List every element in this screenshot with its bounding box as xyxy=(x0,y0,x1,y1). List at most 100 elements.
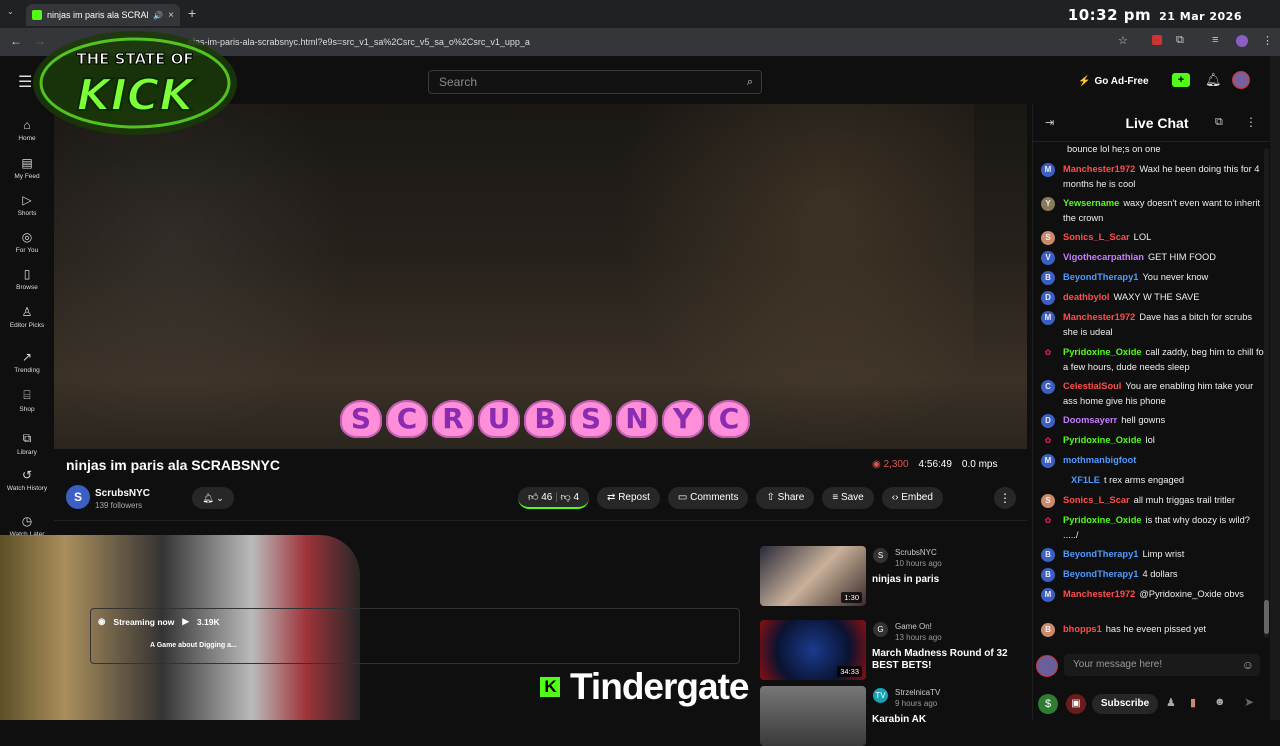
chat-username[interactable]: Pyridoxine_Oxide xyxy=(1063,347,1142,357)
chat-text: lol xyxy=(1145,435,1155,445)
video-thumbnail[interactable] xyxy=(760,686,866,746)
profile-avatar-icon[interactable] xyxy=(1236,35,1248,47)
channel-avatar[interactable]: S xyxy=(66,485,90,509)
nav-shop[interactable]: ⌸ Shop xyxy=(0,388,54,413)
lightning-icon: ⚡ xyxy=(1078,75,1091,87)
emote-icon[interactable]: ♟ xyxy=(1166,696,1176,709)
chat-username[interactable]: XF1LE xyxy=(1071,475,1100,485)
new-tab-plus-icon[interactable]: + xyxy=(188,5,196,21)
share-button[interactable]: ⇧ Share xyxy=(756,487,815,509)
chat-scroll-thumb[interactable] xyxy=(1264,600,1269,634)
send-icon[interactable]: ➤ xyxy=(1244,695,1254,709)
chat-username[interactable]: Manchester1972 xyxy=(1063,164,1135,174)
nav-trending[interactable]: ↗ Trending xyxy=(0,350,54,374)
browser-menu-icon[interactable]: ⋮ xyxy=(1262,34,1273,47)
chat-username[interactable]: Vigothecarpathian xyxy=(1063,252,1144,262)
nav-browse[interactable]: ▯ Browse xyxy=(0,267,54,291)
video-thumbnail[interactable]: 1:30 xyxy=(760,546,866,606)
channel-avatar[interactable]: S xyxy=(873,548,888,563)
rec-title[interactable]: ninjas in paris xyxy=(872,574,1020,586)
chat-username[interactable]: CelestialSoul xyxy=(1063,381,1121,391)
chat-username[interactable]: Doomsayerr xyxy=(1063,415,1117,425)
nav-my-feed[interactable]: ▤ My Feed xyxy=(0,156,54,180)
rec-channel-name[interactable]: ScrubsNYC xyxy=(895,548,937,557)
emote-icon[interactable]: ☻ xyxy=(1214,696,1226,708)
notify-bell-button[interactable]: 🔔︎ ⌄ xyxy=(192,487,234,509)
chat-username[interactable]: BeyondTherapy1 xyxy=(1063,272,1138,282)
chat-message: S Sonics_L_Scar all muh triggas trail trit… xyxy=(1041,493,1265,508)
user-avatar[interactable] xyxy=(1232,71,1250,89)
chat-message: V Vigothecarpathian GET HIM FOOD xyxy=(1041,250,1265,265)
chat-username[interactable]: Pyridoxine_Oxide xyxy=(1063,435,1142,445)
nav-library[interactable]: ⧉ Library xyxy=(0,431,54,456)
emote-icon[interactable]: ▮ xyxy=(1190,696,1196,709)
go-ad-free-button[interactable]: ⚡ Go Ad-Free xyxy=(1078,72,1162,90)
chat-username[interactable]: mothmanbigfoot xyxy=(1063,455,1136,465)
chat-username[interactable]: Sonics_L_Scar xyxy=(1063,495,1130,505)
tab-close-icon[interactable]: × xyxy=(168,10,174,21)
chat-username[interactable]: Manchester1972 xyxy=(1063,312,1135,322)
extension-icon[interactable] xyxy=(1152,35,1162,45)
user-badge: M xyxy=(1041,454,1055,468)
url-field[interactable]: njas-im-paris-ala-scrabsnyc.html?e9s=src… xyxy=(188,32,1148,52)
chat-text: Limp wrist xyxy=(1142,549,1185,559)
notifications-bell-icon[interactable]: 🔔︎ xyxy=(1205,72,1222,88)
chat-message: M Manchester1972 Waxl he been doing this f… xyxy=(1041,162,1265,192)
chat-username[interactable]: deathbylol xyxy=(1063,292,1110,302)
tab-list-chevron-icon[interactable]: ⌄ xyxy=(7,7,19,19)
chat-popout-icon[interactable]: ⧉ xyxy=(1215,116,1223,129)
emoji-icon[interactable]: ☺ xyxy=(1242,654,1254,676)
rec-title[interactable]: Karabin AK xyxy=(872,714,1020,726)
chat-username[interactable]: Manchester1972 xyxy=(1063,589,1135,599)
user-badge: D xyxy=(1041,291,1055,305)
nav-for-you[interactable]: ◎ For You xyxy=(0,230,54,254)
browser-tab-active[interactable]: ninjas im paris ala SCRABSNYC 🔊 × xyxy=(26,4,180,26)
comments-button[interactable]: ▭ Comments xyxy=(667,487,749,509)
create-video-icon[interactable]: + xyxy=(1172,73,1190,87)
recommended-video[interactable]: 34:33 G Game On! 13 hours ago March Madn… xyxy=(760,620,1020,682)
like-dislike-button[interactable]: 👍︎ 46 | 👎︎ 4 xyxy=(518,487,590,509)
channel-info[interactable]: S ScrubsNYC 139 followers xyxy=(66,485,186,513)
rec-channel-name[interactable]: Game On! xyxy=(895,622,932,631)
recommended-video[interactable]: TV StrzelnicaTV 9 hours ago Karabin AK xyxy=(760,686,1020,746)
chat-user-avatar[interactable] xyxy=(1036,655,1058,677)
feed-icon: ▤ xyxy=(21,156,33,170)
rec-time-ago: 13 hours ago xyxy=(895,633,942,642)
back-arrow-icon[interactable]: ← xyxy=(10,34,22,48)
video-thumbnail[interactable]: 34:33 xyxy=(760,620,866,680)
search-icon[interactable]: ⌕ xyxy=(747,71,753,93)
more-options-icon[interactable]: ⋮ xyxy=(994,487,1016,509)
reading-list-icon[interactable]: ≡ xyxy=(1212,34,1218,46)
dollar-icon[interactable]: $ xyxy=(1038,694,1058,714)
embed-button[interactable]: ‹› Embed xyxy=(881,487,943,509)
save-button[interactable]: ≡ Save xyxy=(822,487,874,509)
tab-audio-icon[interactable]: 🔊 xyxy=(153,11,163,20)
chat-message: ✿ Pyridoxine_Oxide lol xyxy=(1041,433,1265,448)
search-input[interactable]: Search ⌕ xyxy=(428,70,762,94)
bookmark-star-icon[interactable]: ☆ xyxy=(1118,34,1128,47)
rec-title[interactable]: March Madness Round of 32 BEST BETS! xyxy=(872,648,1020,672)
repost-button[interactable]: ⇄ Repost xyxy=(597,487,660,509)
nav-editor-picks[interactable]: ♙ Editor Picks xyxy=(0,305,54,329)
channel-name[interactable]: ScrubsNYC xyxy=(95,488,150,499)
extensions-puzzle-icon[interactable]: ⧉ xyxy=(1176,34,1184,47)
chat-options-icon[interactable]: ⋮ xyxy=(1245,115,1257,129)
chat-username[interactable]: Yewsername xyxy=(1063,198,1119,208)
gift-icon[interactable]: ▣ xyxy=(1066,694,1086,714)
chat-username[interactable]: Pyridoxine_Oxide xyxy=(1063,515,1142,525)
chat-username[interactable]: Sonics_L_Scar xyxy=(1063,232,1130,242)
recommended-video[interactable]: 1:30 S ScrubsNYC 10 hours ago ninjas in … xyxy=(760,546,1020,608)
chat-username[interactable]: BeyondTherapy1 xyxy=(1063,549,1138,559)
chat-username[interactable]: BeyondTherapy1 xyxy=(1063,569,1138,579)
nav-shorts[interactable]: ▷ Shorts xyxy=(0,193,54,217)
chat-scrollbar[interactable] xyxy=(1264,148,1269,638)
rec-channel-name[interactable]: StrzelnicaTV xyxy=(895,688,940,697)
page-scrollbar[interactable] xyxy=(1270,56,1280,720)
channel-avatar[interactable]: TV xyxy=(873,688,888,703)
subscribe-button[interactable]: Subscribe xyxy=(1092,694,1158,714)
chat-username[interactable]: bhopps1 xyxy=(1063,624,1102,634)
nav-watch-history[interactable]: ↺ Watch History xyxy=(0,468,54,492)
chat-message-input[interactable]: Your message here! ☺ xyxy=(1064,654,1260,676)
channel-avatar[interactable]: G xyxy=(873,622,888,637)
video-player[interactable]: S C R U B S N Y C xyxy=(54,104,1027,449)
